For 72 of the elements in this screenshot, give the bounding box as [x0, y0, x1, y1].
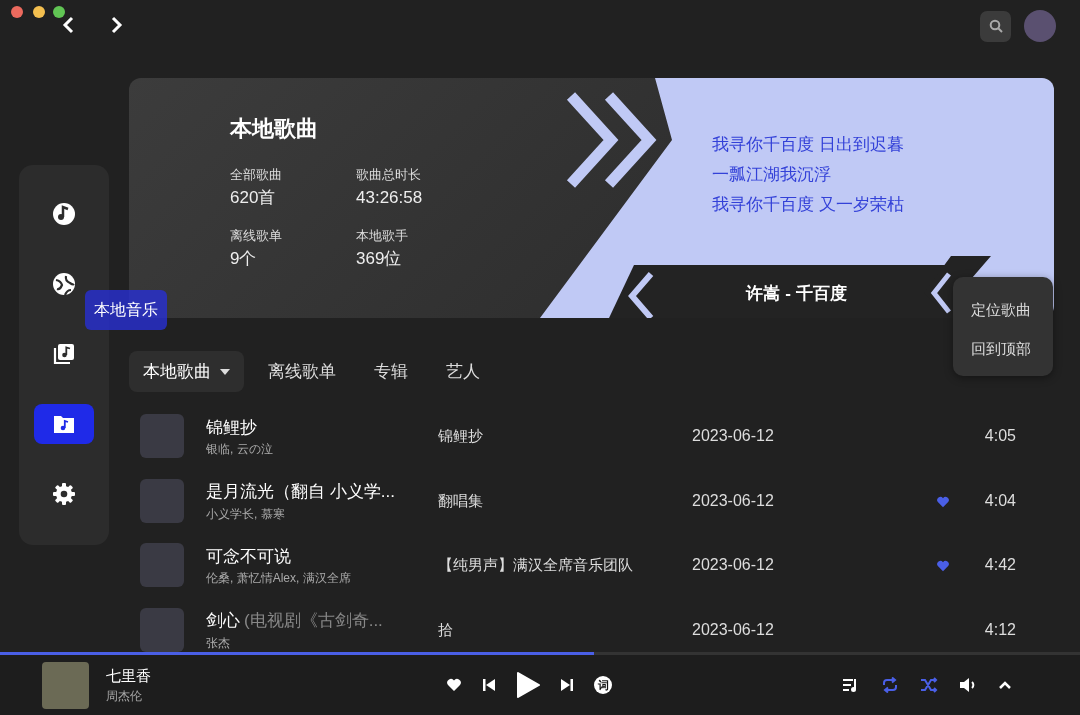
album-cover[interactable]: [42, 661, 89, 709]
search-button[interactable]: [980, 10, 1011, 42]
song-title: 是月流光（翻自 小义学...: [206, 481, 395, 503]
stat-label: 歌曲总时长: [356, 166, 422, 184]
tab[interactable]: 本地歌曲: [129, 350, 244, 393]
previous-button[interactable]: [482, 678, 496, 692]
minimize-window-button[interactable]: [33, 6, 45, 18]
shuffle-button[interactable]: [920, 677, 938, 693]
album-name: 翻唱集: [438, 490, 484, 511]
stat-value: 620首: [230, 186, 277, 209]
chevron-up-icon[interactable]: [998, 680, 1012, 690]
song-title: 剑心: [206, 610, 240, 632]
song-duration: 4:04: [983, 490, 1016, 511]
lyrics-button[interactable]: 词: [594, 676, 612, 694]
search-icon: [988, 19, 1003, 33]
date-added: 2023-06-12: [692, 555, 775, 576]
stat-value: 369位: [356, 247, 403, 270]
volume-button[interactable]: [959, 677, 977, 693]
song-artists: 银临, 云の泣: [206, 441, 274, 458]
double-chevron-icon: [566, 92, 657, 188]
lyric-line: 一瓢江湖我沉浮: [712, 164, 832, 186]
back-icon[interactable]: [62, 16, 76, 34]
lyric-line: 我寻你千百度 日出到迟暮: [712, 134, 904, 156]
stat-label: 离线歌单: [230, 227, 283, 245]
menu-item[interactable]: 定位歌曲: [953, 291, 1053, 330]
song-title: 可念不可说: [206, 545, 291, 568]
song-artists: 张杰: [206, 634, 231, 652]
music-library-icon: [51, 341, 77, 367]
album-name: 锦鲤抄: [438, 426, 484, 446]
caret-icon: [220, 369, 230, 376]
stat-label: 本地歌手: [356, 227, 409, 245]
sidebar-item[interactable]: [34, 404, 94, 444]
song-title: 锦鲤抄: [206, 416, 257, 439]
song-duration: 4:42: [983, 555, 1016, 576]
tab[interactable]: 专辑: [360, 350, 422, 393]
tab[interactable]: 艺人: [432, 350, 494, 393]
date-added: 2023-06-12: [692, 490, 775, 511]
heart-icon[interactable]: [936, 560, 950, 572]
track-artist: 周杰伦: [106, 688, 143, 706]
track-title: 七里香: [106, 665, 151, 686]
album-name: 拾: [438, 619, 454, 640]
song-duration: 4:12: [983, 619, 1016, 640]
music-disc-icon: [51, 201, 77, 227]
banner-title: 本地歌曲: [230, 115, 318, 143]
progress-track[interactable]: [0, 652, 1080, 655]
forward-icon[interactable]: [109, 16, 123, 34]
date-added: 2023-06-12: [692, 426, 775, 447]
next-button[interactable]: [560, 678, 574, 692]
zoom-window-button[interactable]: [53, 6, 65, 18]
tab[interactable]: 离线歌单: [254, 350, 350, 393]
chevron-icon: [930, 272, 951, 314]
menu-item[interactable]: 回到顶部: [953, 329, 1053, 368]
chevron-icon: [628, 272, 654, 318]
album-name: 【纯男声】满汉全席音乐团队: [438, 555, 634, 575]
stat-value: 43:26:58: [356, 186, 424, 209]
lyric-line: 我寻你千百度 又一岁荣枯: [712, 194, 904, 216]
heart-icon[interactable]: [936, 495, 950, 508]
song-subtitle: (电视剧《古剑奇...: [244, 610, 383, 632]
now-playing-label: 许嵩 - 千百度: [744, 283, 848, 305]
date-added: 2023-06-12: [692, 619, 775, 640]
globe-icon: [51, 271, 77, 297]
stat-label: 全部歌曲: [230, 166, 283, 184]
song-artists: 伦桑, 萧忆情Alex, 满汉全席: [206, 570, 352, 587]
music-folder-icon: [52, 413, 76, 435]
heart-button[interactable]: [446, 678, 462, 692]
song-duration: 4:05: [983, 426, 1016, 447]
song-artists: 小义学长, 慕寒: [206, 505, 286, 523]
close-window-button[interactable]: [11, 6, 23, 18]
tooltip: 本地音乐: [85, 290, 167, 330]
repeat-button[interactable]: [881, 677, 899, 693]
play-button[interactable]: [516, 672, 540, 698]
stat-value: 9个: [230, 247, 258, 270]
